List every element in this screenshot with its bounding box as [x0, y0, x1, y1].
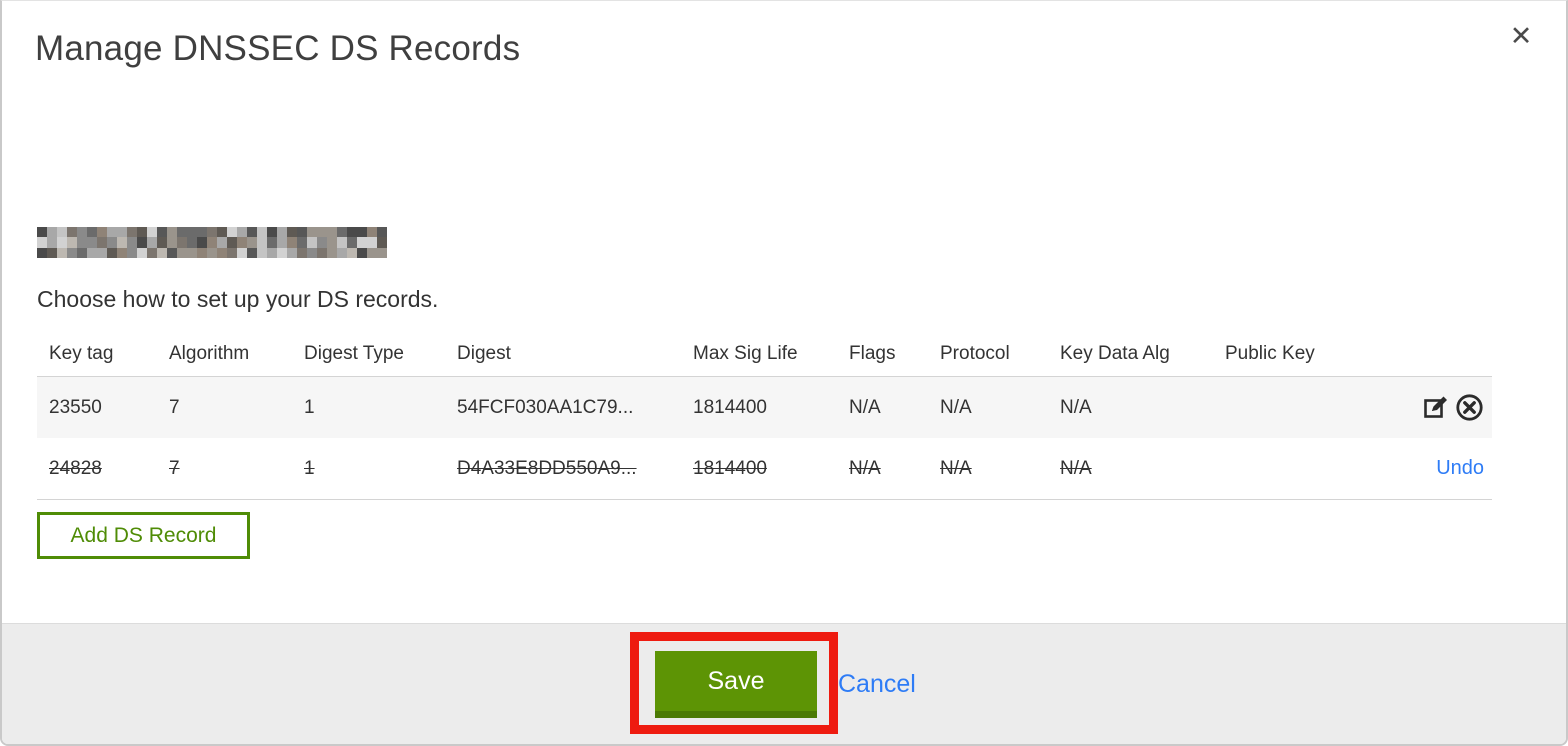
- edit-record-icon[interactable]: [1421, 393, 1451, 423]
- cell-flags: N/A: [849, 457, 881, 479]
- close-icon[interactable]: ✕: [1503, 19, 1539, 55]
- cancel-link[interactable]: Cancel: [838, 670, 916, 699]
- cell-protocol: N/A: [940, 457, 972, 479]
- row-actions: [1392, 393, 1492, 423]
- manage-dnssec-dialog: Manage DNSSEC DS Records ✕ Choose how to…: [0, 0, 1568, 746]
- header-digest: Digest: [457, 342, 511, 364]
- header-algorithm: Algorithm: [169, 342, 250, 364]
- header-max-sig-life: Max Sig Life: [693, 342, 798, 364]
- cell-digest: D4A33E8DD550A9...: [457, 457, 637, 479]
- table-row-deleted: 24828 7 1 D4A33E8DD550A9... 1814400 N/A …: [37, 438, 1492, 500]
- cell-flags: N/A: [849, 396, 881, 418]
- cell-protocol: N/A: [940, 396, 972, 418]
- cell-key-tag: 23550: [49, 396, 102, 418]
- header-key-data-alg: Key Data Alg: [1060, 342, 1170, 364]
- table-row: 23550 7 1 54FCF030AA1C79... 1814400 N/A …: [37, 376, 1492, 438]
- cell-key-tag: 24828: [49, 457, 102, 479]
- cell-digest: 54FCF030AA1C79...: [457, 396, 634, 418]
- table-header-row: Key tag Algorithm Digest Type Digest Max…: [37, 331, 1492, 376]
- delete-record-icon[interactable]: [1454, 393, 1484, 423]
- cell-algorithm: 7: [169, 457, 180, 479]
- x-circle-icon: [1455, 394, 1483, 421]
- save-button[interactable]: Save: [655, 651, 817, 718]
- cell-max-sig-life: 1814400: [693, 457, 767, 479]
- ds-records-table: Key tag Algorithm Digest Type Digest Max…: [37, 331, 1492, 500]
- undo-link[interactable]: Undo: [1436, 457, 1484, 480]
- dialog-title: Manage DNSSEC DS Records: [35, 29, 521, 68]
- dialog-footer: Save Cancel: [2, 623, 1566, 744]
- header-key-tag: Key tag: [49, 342, 114, 364]
- cell-digest-type: 1: [304, 396, 315, 418]
- add-ds-record-button[interactable]: Add DS Record: [37, 512, 250, 559]
- row-actions: Undo: [1392, 457, 1492, 480]
- cell-digest-type: 1: [304, 457, 315, 479]
- header-public-key: Public Key: [1225, 342, 1315, 364]
- header-flags: Flags: [849, 342, 896, 364]
- cell-key-data-alg: N/A: [1060, 396, 1092, 418]
- header-digest-type: Digest Type: [304, 342, 404, 364]
- cell-max-sig-life: 1814400: [693, 396, 767, 418]
- redacted-domain-name: [37, 227, 387, 258]
- intro-text: Choose how to set up your DS records.: [37, 286, 439, 312]
- cell-key-data-alg: N/A: [1060, 457, 1092, 479]
- cell-algorithm: 7: [169, 396, 180, 418]
- header-protocol: Protocol: [940, 342, 1010, 364]
- pencil-square-icon: [1423, 396, 1447, 418]
